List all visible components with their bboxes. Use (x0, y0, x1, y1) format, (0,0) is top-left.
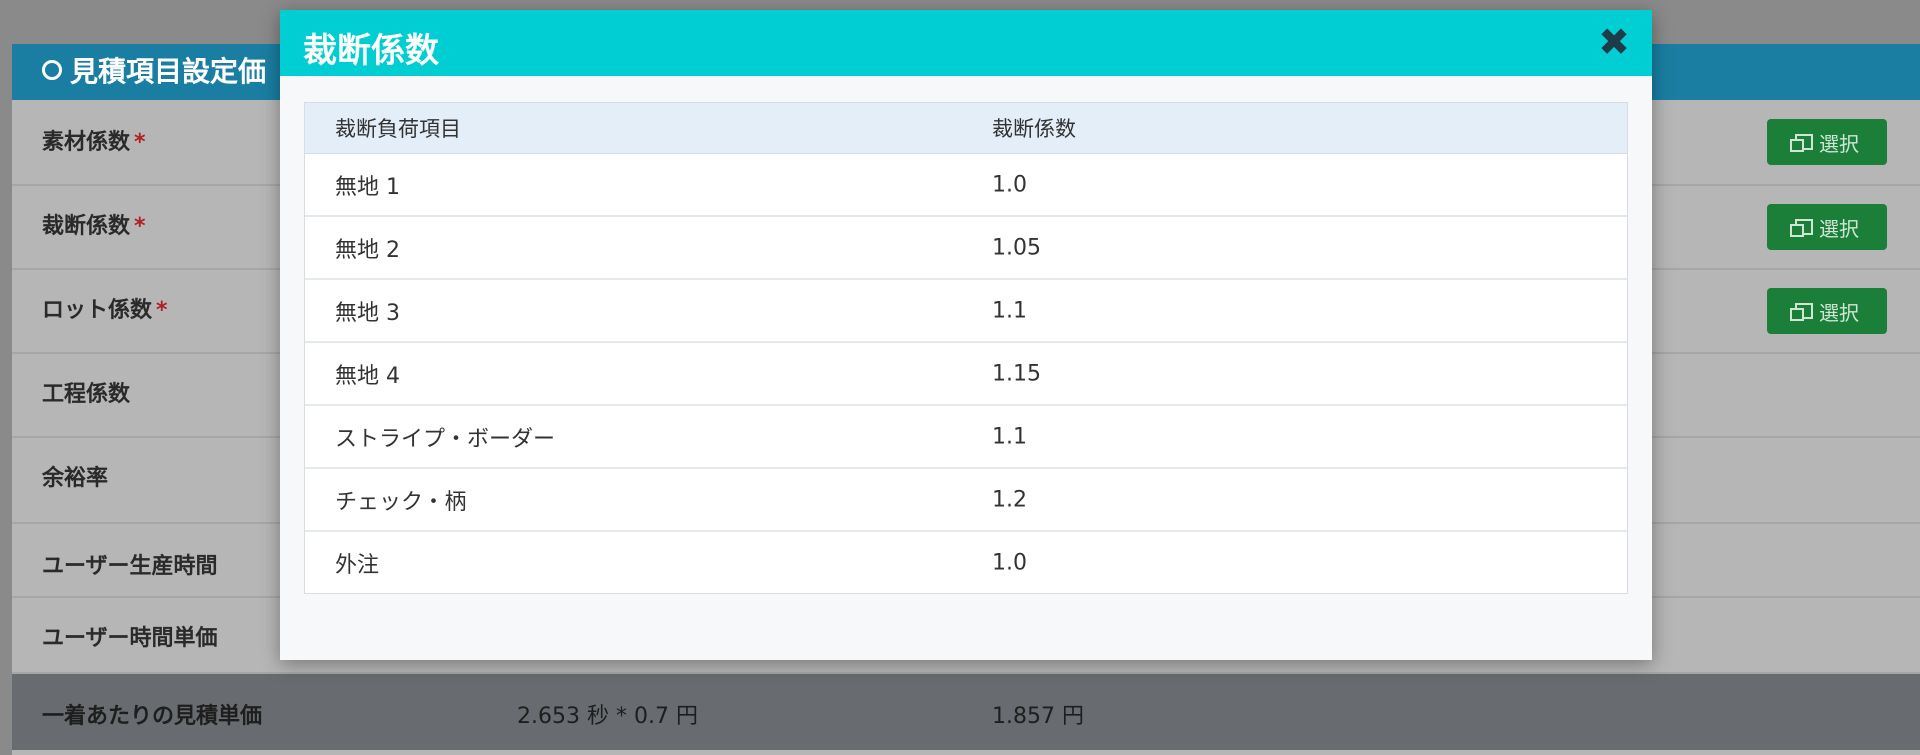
select-button[interactable]: 選択 (1767, 204, 1887, 250)
row-label: ロット係数 (42, 298, 153, 323)
total-formula: 2.653 秒 * 0.7 円 (517, 704, 698, 729)
cell-coefficient: 1.1 (992, 424, 1027, 449)
cell-item: 無地 2 (335, 237, 400, 263)
total-label: 一着あたりの見積単価 (42, 704, 263, 729)
cell-item: 外注 (335, 552, 380, 578)
cell-coefficient: 1.15 (992, 361, 1041, 386)
cell-coefficient: 1.0 (992, 172, 1027, 197)
row-label: ユーザー生産時間 (42, 554, 218, 579)
cell-item: 無地 1 (335, 174, 400, 200)
cell-coefficient: 1.2 (992, 487, 1027, 512)
required-mark: * (156, 298, 168, 323)
modal-title: 裁断係数 (303, 31, 439, 71)
cell-item: ストライプ・ボーダー (335, 426, 556, 452)
coefficient-table: 裁断負荷項目 裁断係数 無地 1 1.0 無地 2 1.05 無地 3 1.1 … (304, 102, 1628, 594)
row-label: ユーザー時間単価 (42, 626, 218, 651)
cell-item: チェック・柄 (335, 489, 467, 515)
close-icon[interactable]: ✖ (1598, 22, 1630, 62)
table-row[interactable]: チェック・柄 1.2 (305, 469, 1627, 532)
table-row[interactable]: 外注 1.0 (305, 532, 1627, 593)
table-row[interactable]: 無地 4 1.15 (305, 343, 1627, 406)
window-icon (1790, 303, 1813, 321)
window-icon (1790, 219, 1813, 237)
modal-header: 裁断係数 ✖ (280, 10, 1652, 76)
window-icon (1790, 134, 1813, 152)
required-mark: * (134, 130, 146, 155)
table-row[interactable]: 無地 1 1.0 (305, 154, 1627, 217)
column-header-coefficient: 裁断係数 (992, 117, 1076, 141)
column-header-item: 裁断負荷項目 (335, 117, 461, 141)
cell-item: 無地 3 (335, 300, 400, 326)
row-label: 余裕率 (42, 466, 109, 491)
cell-coefficient: 1.05 (992, 235, 1041, 260)
select-button[interactable]: 選択 (1767, 119, 1887, 165)
total-row: 一着あたりの見積単価 2.653 秒 * 0.7 円 1.857 円 (12, 674, 1920, 750)
row-label: 裁断係数 (42, 214, 131, 239)
section-title: 見積項目設定価 (70, 55, 267, 88)
cell-coefficient: 1.1 (992, 298, 1027, 323)
cell-coefficient: 1.0 (992, 550, 1027, 575)
required-mark: * (134, 214, 146, 239)
select-button[interactable]: 選択 (1767, 288, 1887, 334)
cutting-coefficient-modal: 裁断係数 ✖ 裁断負荷項目 裁断係数 無地 1 1.0 無地 2 1.05 無地… (280, 10, 1652, 660)
cell-item: 無地 4 (335, 363, 400, 389)
table-row[interactable]: 無地 3 1.1 (305, 280, 1627, 343)
clock-icon (42, 60, 62, 80)
total-value: 1.857 円 (992, 704, 1084, 729)
row-label: 工程係数 (42, 382, 131, 407)
table-header: 裁断負荷項目 裁断係数 (305, 103, 1627, 154)
table-row[interactable]: ストライプ・ボーダー 1.1 (305, 406, 1627, 469)
row-label: 素材係数 (42, 130, 131, 155)
table-row[interactable]: 無地 2 1.05 (305, 217, 1627, 280)
